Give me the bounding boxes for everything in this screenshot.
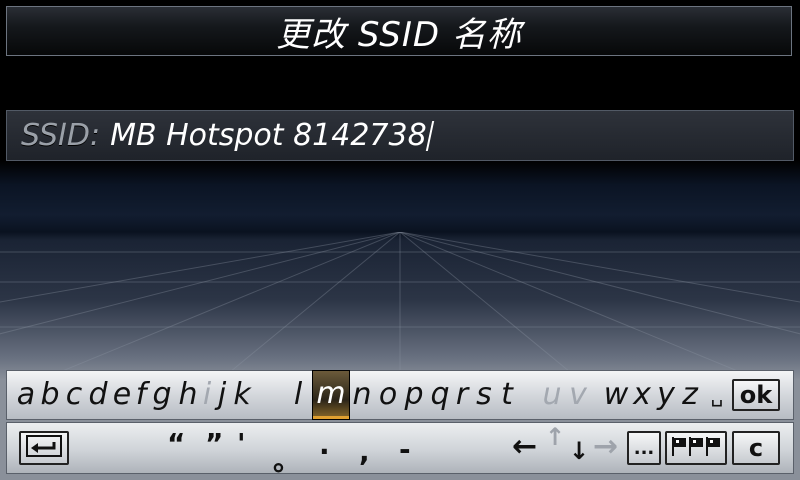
key-z[interactable]: z <box>679 371 701 419</box>
title-bar: 更改 SSID 名称 <box>6 6 792 56</box>
flags-icon <box>670 435 722 461</box>
left-arrow-icon[interactable]: ← <box>512 429 537 464</box>
ssid-value: MB Hotspot 8142738 <box>110 118 427 153</box>
key-w[interactable]: w <box>601 371 631 419</box>
right-arrow-icon: → <box>593 429 619 464</box>
key-c[interactable]: c <box>63 371 85 419</box>
key-l[interactable]: l <box>291 371 305 419</box>
key-e[interactable]: e <box>111 371 133 419</box>
back-button[interactable] <box>19 431 69 465</box>
key-close-quote[interactable]: ” <box>205 427 223 460</box>
key-apostrophe[interactable]: ' <box>237 427 246 460</box>
key-x[interactable]: x <box>631 371 653 419</box>
key-q[interactable]: q <box>429 371 451 419</box>
key-a[interactable]: a <box>15 371 37 419</box>
key-space[interactable]: ␣ <box>707 371 727 419</box>
language-button[interactable] <box>665 431 727 465</box>
ssid-label: SSID: <box>21 118 101 153</box>
down-arrow-icon[interactable]: ↓ <box>569 437 589 465</box>
key-dot[interactable]: · <box>319 435 330 468</box>
ok-button[interactable]: ok <box>732 379 780 411</box>
key-hyphen[interactable]: - <box>399 433 411 466</box>
perspective-floor <box>0 232 800 372</box>
key-b[interactable]: b <box>39 371 61 419</box>
ssid-input[interactable]: SSID: MB Hotspot 8142738 <box>6 110 794 161</box>
key-u: u <box>542 377 562 412</box>
key-h[interactable]: h <box>177 371 199 419</box>
key-i: i <box>202 377 212 412</box>
text-caret <box>425 120 434 151</box>
more-button[interactable]: ... <box>627 431 661 465</box>
key-d[interactable]: d <box>87 371 109 419</box>
key-f[interactable]: f <box>133 371 149 419</box>
key-s[interactable]: s <box>473 371 495 419</box>
ok-label: ok <box>739 381 773 409</box>
clear-button[interactable]: c <box>732 431 780 465</box>
key-open-quote[interactable]: “ <box>167 427 185 460</box>
page-title: 更改 SSID 名称 <box>276 14 522 55</box>
return-icon <box>26 435 62 461</box>
key-v: v <box>569 377 587 412</box>
key-p[interactable]: p <box>403 371 425 419</box>
key-y[interactable]: y <box>655 371 677 419</box>
keyboard-control-row: “ ” ' 。 · , - ← ↑ ↓ → ... c <box>6 422 794 477</box>
key-g[interactable]: g <box>151 371 173 419</box>
key-k[interactable]: k <box>231 371 253 419</box>
clear-label: c <box>748 434 764 462</box>
key-ideographic-period[interactable]: 。 <box>273 439 301 479</box>
key-r[interactable]: r <box>453 371 471 419</box>
key-j[interactable]: j <box>215 371 229 419</box>
key-comma[interactable]: , <box>359 435 370 468</box>
more-label: ... <box>633 437 655 459</box>
keyboard-letter-row: a b c d e f g h i j k l m n o p q r s t … <box>6 370 794 420</box>
up-arrow-icon: ↑ <box>545 423 566 451</box>
key-o[interactable]: o <box>377 371 399 419</box>
key-m-selected[interactable]: m <box>312 370 350 420</box>
key-t[interactable]: t <box>497 371 517 419</box>
key-n[interactable]: n <box>351 371 373 419</box>
